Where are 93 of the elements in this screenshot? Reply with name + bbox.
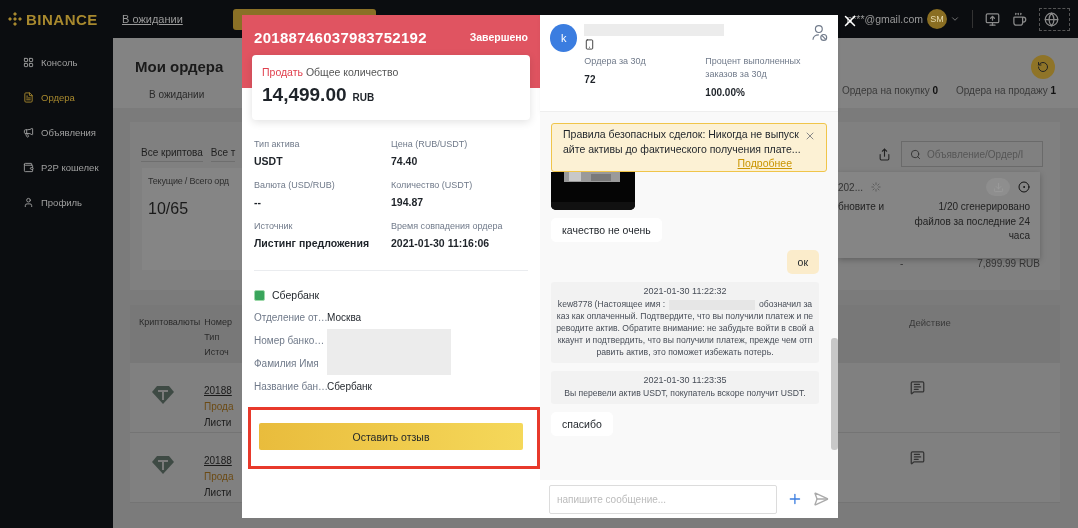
order-status: Завершено [469, 31, 528, 43]
search-icon [910, 148, 921, 160]
chat-message: ок [786, 250, 819, 274]
table-cell: Прода [204, 471, 234, 482]
chat-icon[interactable] [910, 450, 925, 465]
order-number: 20188746037983752192 [254, 28, 427, 46]
user-avatar[interactable]: SM [927, 9, 947, 29]
wallet-icon [23, 162, 34, 173]
spinner-icon [871, 182, 882, 192]
order-link[interactable]: 20188 [204, 385, 234, 396]
orders-counter[interactable]: Ордера на продажу 1 [956, 85, 1057, 96]
table-cell: Прода [204, 401, 234, 412]
detail-value: USDT [254, 154, 284, 168]
stat-label: Процент выполненных заказов за 30д [705, 55, 802, 81]
system-message: Вы перевели актив USDT, покупатель вскоре получит USDT. [564, 387, 806, 399]
chat-icon[interactable] [910, 380, 925, 395]
detail-value: -- [254, 195, 262, 209]
column-header: Действие [909, 317, 951, 328]
detail-value: 2021-01-30 11:16:06 [391, 236, 491, 250]
sidebar-item[interactable]: Консоль [0, 45, 113, 80]
detail-label: Количество (USDT) [391, 179, 474, 192]
orders-tab[interactable]: В ожидании [149, 89, 242, 100]
globe-icon[interactable] [1044, 11, 1059, 27]
stats-label: Текущие / Всего орд [148, 176, 230, 186]
cup-icon[interactable] [1012, 11, 1027, 27]
chat-message: спасибо [551, 412, 613, 436]
stat-label: Ордера за 30д [584, 55, 647, 68]
detail-label: Цена (RUB/USDT) [391, 138, 469, 151]
table-cell-text: Листи [204, 487, 233, 498]
field-label: Фамилия Имя [254, 358, 320, 369]
document-icon [23, 92, 34, 103]
column-header: Источ [204, 347, 230, 357]
amount-label: Продать Общее количество [262, 66, 400, 78]
chat-message: качество не очень [551, 218, 662, 242]
detail-label: Источник [254, 220, 294, 233]
message-input[interactable]: напишите сообщение... [549, 484, 778, 514]
phone-icon [584, 39, 596, 50]
stats-value: 10/65 [148, 200, 190, 218]
system-message: kew8778 (Настоящее имя : обозначил заказ как оплаченный. Подтвердите, что вы получили платеж и переводите актив. Обратите внимание: не забудьте войти в свой аккаунт и подтвердить, что вы получили платеж, прежде чем отправить актив, это поможет избежать потерь. [556, 298, 814, 358]
stat-value: 100.00% [705, 87, 746, 98]
export-limit-text: 1/20 сгенерировано файлов за последние 24 часа [913, 200, 1030, 243]
bank-icon [254, 289, 265, 301]
amount-value: 14,499.00 RUB [262, 84, 376, 106]
target-icon[interactable] [1018, 181, 1030, 193]
detail-value: 194.87 [391, 195, 425, 209]
refresh-icon [1037, 61, 1049, 73]
stat-value: 72 [584, 74, 597, 85]
detail-value: Листинг предложения [254, 236, 371, 250]
order-link[interactable]: 20188 [204, 455, 234, 466]
grid-icon [23, 57, 34, 68]
block-user-icon[interactable] [812, 24, 828, 42]
scrollbar[interactable] [831, 338, 838, 450]
send-icon[interactable] [813, 491, 829, 507]
detail-label: Время совпадения ордера [391, 220, 504, 233]
column-header: Криптовалюты [139, 317, 201, 329]
monitor-icon[interactable] [985, 11, 1000, 27]
message-time: 2021-01-30 11:22:32 [643, 286, 727, 296]
share-icon[interactable] [878, 147, 891, 161]
review-button[interactable]: Оставить отзыв [259, 423, 523, 450]
detail-value: 74.40 [391, 154, 419, 168]
tether-icon [152, 385, 174, 405]
stats-value: - [900, 258, 904, 269]
tether-icon [152, 455, 174, 475]
field-value: Сбербанк [327, 381, 373, 392]
filter-dropdown[interactable]: Все криптова [141, 147, 203, 162]
export-title: 202... [838, 181, 864, 193]
sidebar-item[interactable]: Профиль [0, 185, 113, 220]
field-label: Номер банко… [254, 335, 326, 346]
detail-label: Валюта (USD/RUB) [254, 179, 336, 192]
field-label: Название бан… [254, 381, 327, 392]
orders-counter[interactable]: Ордера на покупку 0 [842, 85, 938, 96]
filter-dropdown[interactable]: Все т [210, 147, 236, 162]
pending-link[interactable]: В ожидании [122, 13, 183, 25]
refresh-button[interactable] [1031, 55, 1055, 79]
user-icon [23, 197, 34, 208]
sidebar-item[interactable]: Объявления [0, 115, 113, 150]
table-cell-text: Листи [204, 417, 233, 428]
field-label: Отделение от… [254, 312, 327, 323]
message-time: 2021-01-30 11:23:35 [643, 375, 727, 385]
field-value: Москва [327, 312, 363, 323]
binance-logo[interactable]: BINANCE [8, 10, 122, 28]
chevron-down-icon[interactable] [950, 14, 960, 24]
payment-method: Сбербанк [272, 289, 320, 301]
notice-text: Правила безопасных сделок: Никогда не выпускайте активы до фактического получения плате... [563, 127, 802, 157]
page-title: Мои ордера [135, 58, 225, 75]
stats-value: 7,899.99 RUB [977, 258, 1040, 269]
megaphone-icon [23, 127, 34, 138]
peer-avatar: k [550, 24, 578, 52]
column-header: Тип [204, 332, 221, 342]
export-text: бновите и [838, 200, 885, 214]
column-header: Номер [204, 317, 232, 327]
detail-label: Тип актива [254, 138, 301, 151]
sidebar-item[interactable]: P2P кошелек [0, 150, 113, 185]
